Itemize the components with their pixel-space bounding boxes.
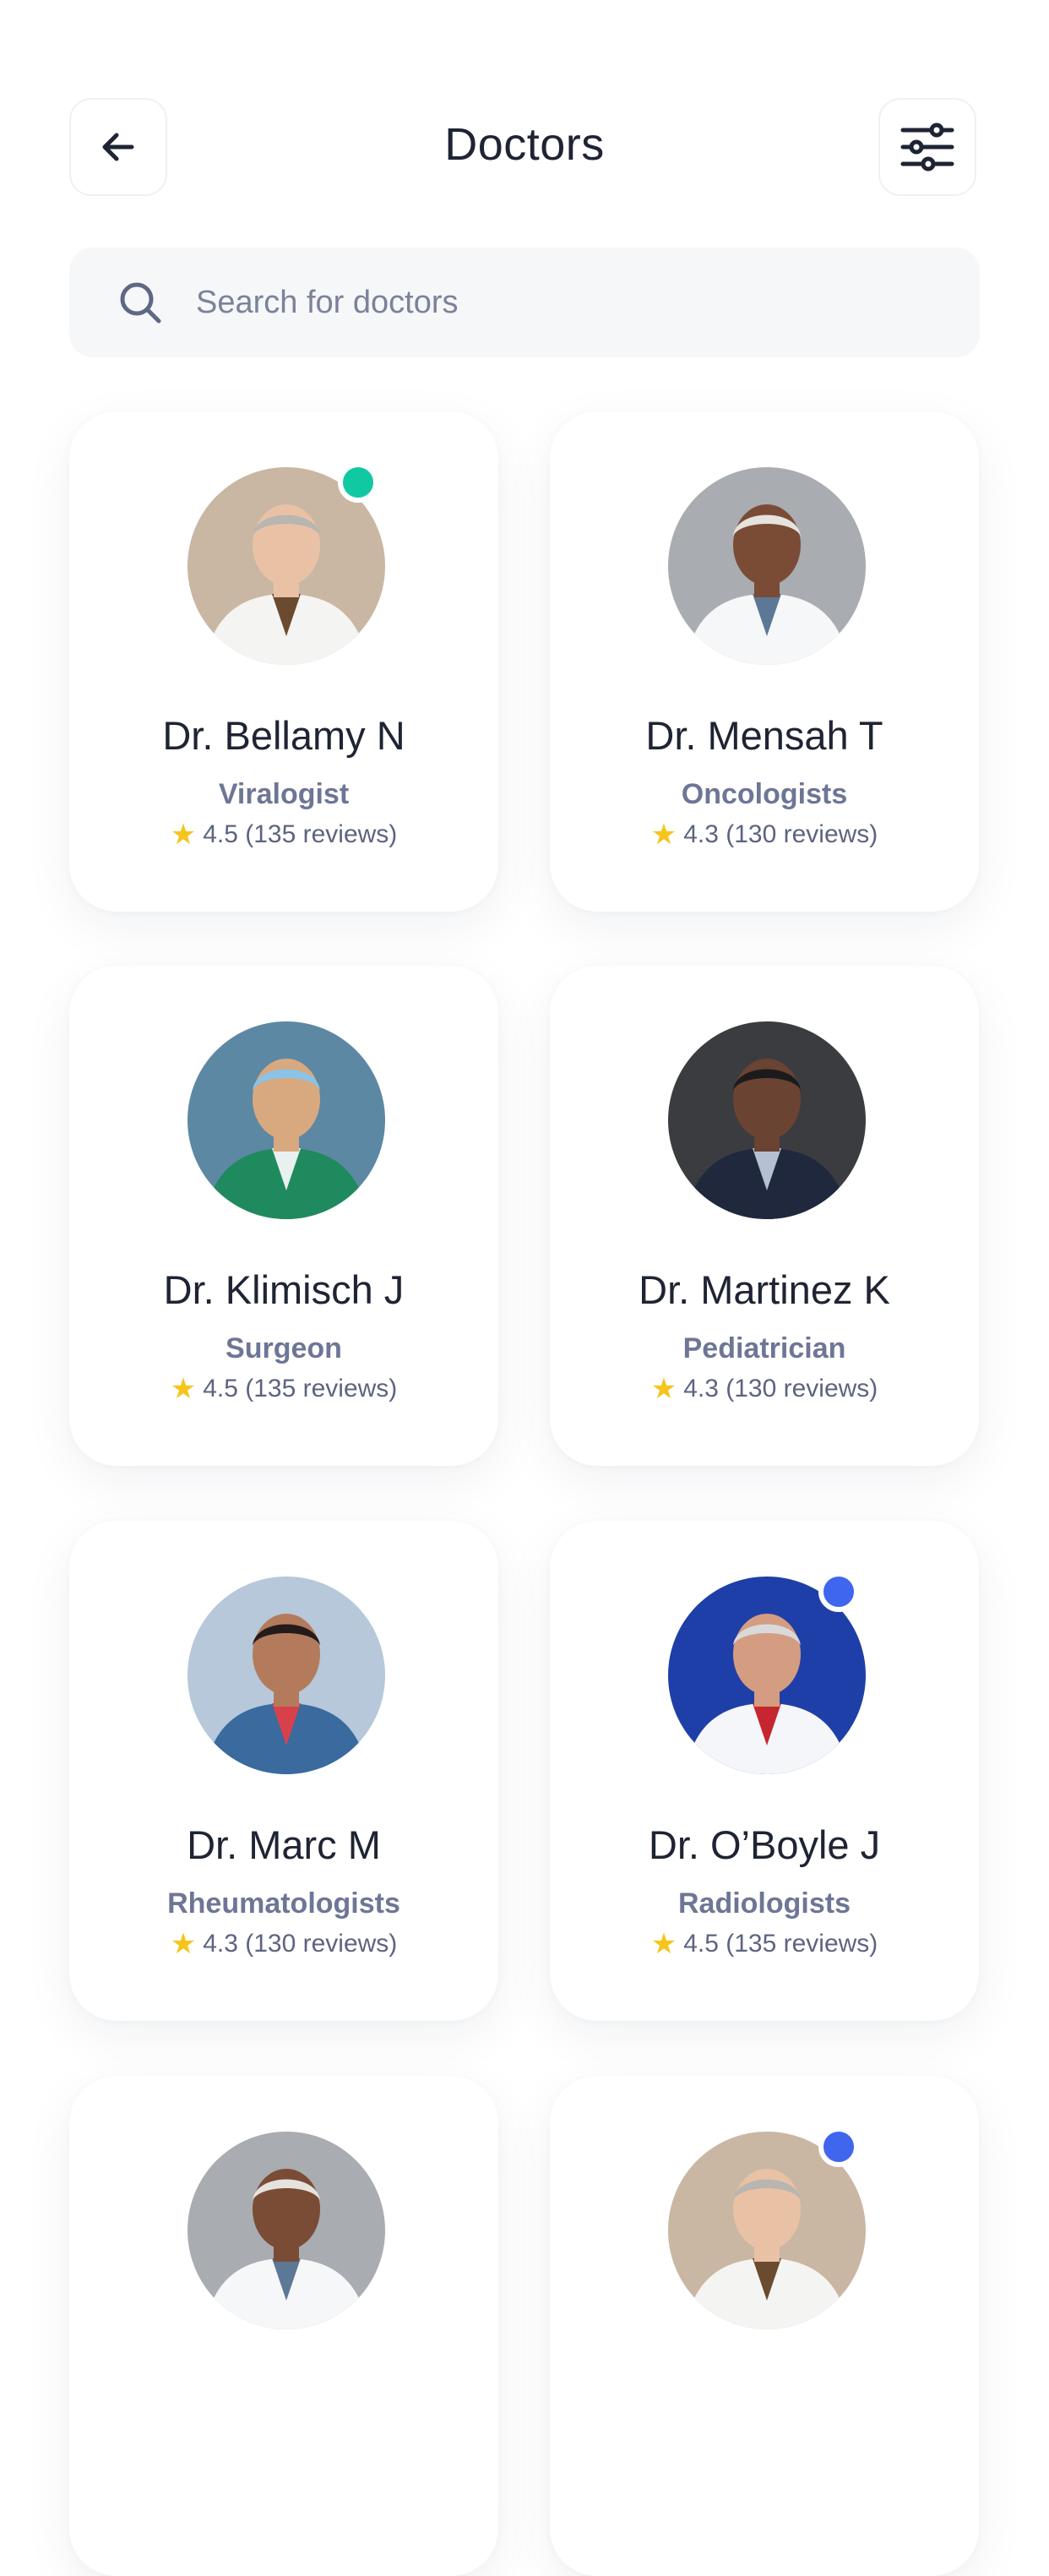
doctor-photo-illustration	[188, 1021, 385, 1219]
avatar	[668, 467, 866, 665]
doctor-specialty: Rheumatologists	[167, 1887, 400, 1920]
avatar-container	[668, 2127, 866, 2329]
rating-text: 4.5 (135 reviews)	[203, 1375, 398, 1402]
doctor-rating: ★ 4.5 (135 reviews)	[69, 1375, 498, 1403]
doctor-card[interactable]: Dr. Martinez K Pediatrician ★ 4.3 (130 revi…	[550, 966, 979, 1466]
star-icon: ★	[170, 819, 197, 851]
doctor-card[interactable]: Dr. O’Boyle J Radiologists ★ 4.5 (135 revie…	[550, 1521, 979, 2021]
search-icon	[120, 282, 161, 324]
avatar-container	[188, 1577, 385, 1774]
doctor-photo-illustration	[668, 467, 866, 665]
avatar-container	[188, 2132, 385, 2329]
doctor-card[interactable]: Dr. Bellamy N Viralogist ★ 4.5 (135 reviews…	[69, 411, 498, 912]
rating-text: 4.5 (135 reviews)	[203, 820, 398, 848]
avatar	[188, 2132, 385, 2329]
doctor-card[interactable]: Dr. Mensah T Oncologists ★ 4.3 (130 reviews…	[550, 411, 979, 912]
doctor-name: Dr. Klimisch J	[163, 1267, 405, 1312]
doctor-rating: ★ 4.5 (135 reviews)	[550, 1930, 979, 1958]
doctor-specialty: Viralogist	[218, 778, 350, 810]
doctor-specialty: Surgeon	[226, 1332, 342, 1364]
doctor-specialty: Radiologists	[677, 1887, 851, 1920]
doctor-rating: ★ 4.3 (130 reviews)	[69, 1930, 498, 1958]
doctor-card[interactable]: Dr. Klimisch J Surgeon ★ 4.5 (135 reviews)	[69, 966, 498, 1466]
doctor-card[interactable]	[69, 2076, 498, 2576]
doctor-name: Dr. Mensah T	[645, 713, 883, 758]
doctor-photo-illustration	[188, 2132, 385, 2329]
status-dot	[818, 2127, 859, 2167]
doctor-card[interactable]: Dr. Marc M Rheumatologists ★ 4.3 (130 revie…	[69, 1521, 498, 2021]
status-dot	[338, 462, 378, 503]
rating-text: 4.3 (130 reviews)	[683, 1375, 878, 1402]
doctor-rating: ★ 4.5 (135 reviews)	[69, 820, 498, 849]
header: Doctors	[0, 0, 1049, 228]
doctor-name: Dr. Martinez K	[639, 1267, 890, 1312]
avatar-container	[188, 1021, 385, 1219]
doctor-card[interactable]	[550, 2076, 979, 2576]
doctor-specialty: Oncologists	[681, 778, 848, 810]
search-input[interactable]	[194, 283, 890, 322]
avatar	[188, 1021, 385, 1219]
star-icon: ★	[650, 819, 677, 851]
doctor-name: Dr. O’Boyle J	[648, 1822, 881, 1867]
avatar-container	[668, 467, 866, 665]
star-icon: ★	[650, 1928, 677, 1960]
status-dot	[818, 1571, 859, 1612]
doctor-name: Dr. Marc M	[187, 1822, 381, 1867]
search-bar[interactable]	[69, 248, 980, 357]
filter-button[interactable]	[878, 98, 976, 196]
doctor-name: Dr. Bellamy N	[162, 713, 405, 758]
avatar-container	[668, 1021, 866, 1219]
star-icon: ★	[170, 1928, 197, 1960]
avatar	[188, 1577, 385, 1774]
star-icon: ★	[170, 1373, 197, 1405]
sliders-icon	[900, 123, 954, 172]
rating-text: 4.3 (130 reviews)	[203, 1930, 398, 1958]
doctor-rating: ★ 4.3 (130 reviews)	[550, 820, 979, 849]
doctor-specialty: Pediatrician	[682, 1332, 846, 1364]
doctor-photo-illustration	[668, 1021, 866, 1219]
doctor-photo-illustration	[188, 1577, 385, 1774]
rating-text: 4.3 (130 reviews)	[683, 820, 878, 848]
star-icon: ★	[650, 1373, 677, 1405]
rating-text: 4.5 (135 reviews)	[683, 1930, 878, 1958]
avatar-container	[188, 462, 385, 665]
avatar-container	[668, 1571, 866, 1774]
doctor-rating: ★ 4.3 (130 reviews)	[550, 1375, 979, 1403]
avatar	[668, 1021, 866, 1219]
